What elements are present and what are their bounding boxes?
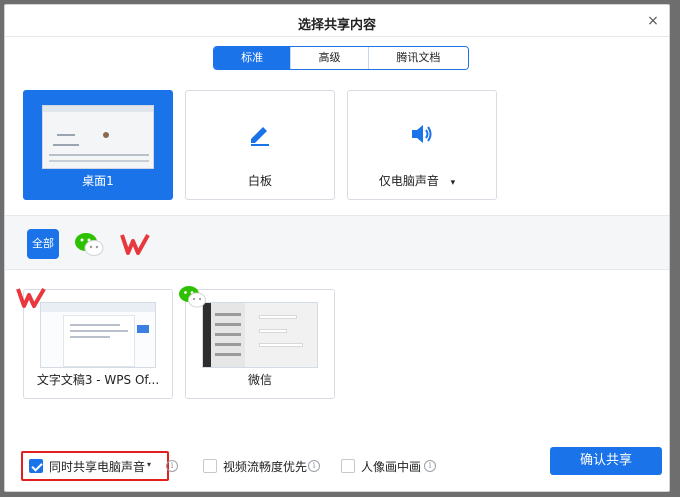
app-window-label: 文字文稿3 - WPS Of... [36, 373, 160, 387]
share-audio-label[interactable]: 同时共享电脑声音 [49, 458, 145, 475]
tile-label: 桌面1 [82, 174, 114, 188]
tab-standard[interactable]: 标准 [214, 47, 292, 69]
audio-only-label: 仅电脑声音 [378, 174, 439, 188]
speaker-icon [348, 121, 496, 151]
tab-tencent-docs[interactable]: 腾讯文档 [368, 47, 468, 69]
app-window-label: 微信 [247, 373, 272, 387]
share-audio-checkbox[interactable] [29, 459, 43, 473]
dialog-titlebar: 选择共享内容 × [5, 5, 669, 37]
dialog-title: 选择共享内容 [297, 18, 376, 33]
wechat-icon [177, 283, 209, 309]
chevron-down-icon[interactable]: ▾ [451, 178, 456, 188]
pen-icon [186, 121, 334, 151]
tile-label: 白板 [247, 174, 272, 188]
desktop-1-tile[interactable]: 桌面1 [23, 90, 173, 200]
wechat-icon[interactable] [73, 229, 105, 259]
tile-label: 仅电脑声音 ▾ [348, 172, 496, 189]
share-content-dialog: 选择共享内容 × 标准 高级 腾讯文档 桌面1 白板 仅电脑声音 ▾ 全部 文字… [4, 4, 670, 492]
wechat-window-thumbnail [202, 302, 318, 368]
wps-icon[interactable] [119, 229, 151, 259]
chevron-down-icon[interactable]: ▾ [147, 460, 151, 469]
wps-window-thumbnail [40, 302, 156, 368]
close-icon[interactable]: × [643, 11, 663, 31]
video-smooth-label[interactable]: 视频流畅度优先 [223, 458, 307, 475]
tab-advanced[interactable]: 高级 [291, 47, 369, 69]
info-icon[interactable]: i [166, 460, 178, 472]
confirm-share-button[interactable]: 确认共享 [550, 447, 662, 475]
whiteboard-tile[interactable]: 白板 [185, 90, 335, 200]
info-icon[interactable]: i [308, 460, 320, 472]
desktop-thumbnail [42, 105, 154, 169]
computer-audio-only-tile[interactable]: 仅电脑声音 ▾ [347, 90, 497, 200]
video-smooth-checkbox[interactable] [203, 459, 217, 473]
app-filter-bar: 全部 [5, 215, 669, 270]
wps-icon [15, 285, 47, 311]
filter-all-button[interactable]: 全部 [27, 229, 59, 259]
info-icon[interactable]: i [424, 460, 436, 472]
pip-checkbox[interactable] [341, 459, 355, 473]
share-mode-tabs: 标准 高级 腾讯文档 [213, 46, 469, 70]
pip-label[interactable]: 人像画中画 [361, 458, 421, 475]
